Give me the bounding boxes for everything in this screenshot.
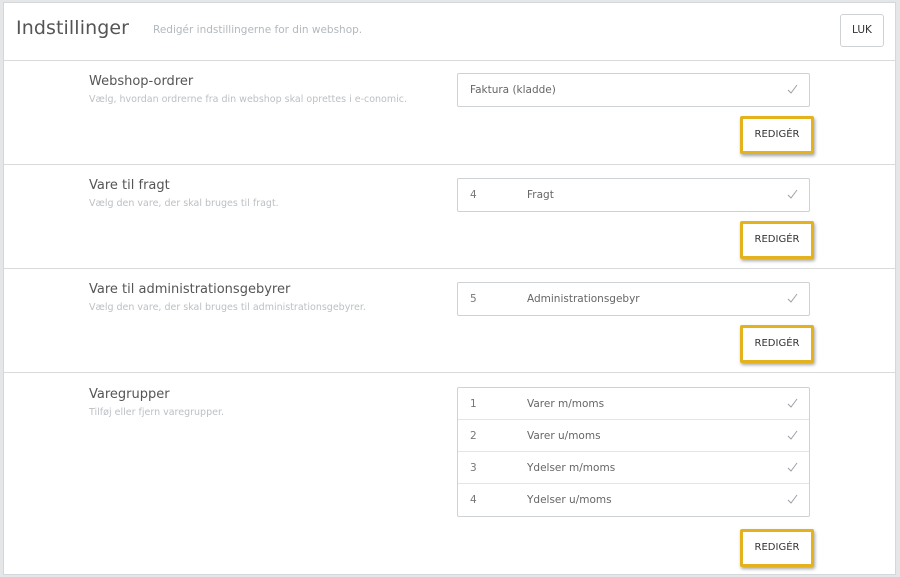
check-icon <box>787 189 798 199</box>
check-icon <box>787 293 798 303</box>
edit-admin-fee-item-button[interactable]: REDIGÉR <box>740 325 814 363</box>
section-description: Vælg, hvordan ordrerne fra din webshop s… <box>89 94 407 105</box>
check-icon <box>787 462 798 472</box>
group-number: 4 <box>470 494 477 506</box>
list-item[interactable]: 2 Varer u/moms <box>458 420 809 452</box>
section-description: Vælg den vare, der skal bruges til admin… <box>89 302 366 313</box>
check-icon <box>787 84 798 94</box>
shipping-item-select[interactable]: 4 Fragt <box>457 178 810 212</box>
item-name: Fragt <box>527 189 554 201</box>
group-name: Varer u/moms <box>527 430 601 442</box>
section-shipping-item: Vare til fragt Vælg den vare, der skal b… <box>4 165 895 269</box>
group-number: 3 <box>470 462 477 474</box>
group-name: Varer m/moms <box>527 398 605 410</box>
select-row[interactable]: 5 Administrationsgebyr <box>458 283 809 315</box>
group-number: 2 <box>470 430 477 442</box>
select-row[interactable]: 4 Fragt <box>458 179 809 211</box>
section-title: Vare til fragt <box>89 178 170 193</box>
section-admin-fee-item: Vare til administrationsgebyrer Vælg den… <box>4 269 895 373</box>
select-value: Faktura (kladde) <box>470 84 556 96</box>
edit-webshop-orders-button[interactable]: REDIGÉR <box>740 116 814 154</box>
check-icon <box>787 494 798 504</box>
group-name: Ydelser u/moms <box>527 494 612 506</box>
settings-panel: Indstillinger Redigér indstillingerne fo… <box>3 2 896 575</box>
section-webshop-orders: Webshop-ordrer Vælg, hvordan ordrerne fr… <box>4 61 895 165</box>
edit-shipping-item-button[interactable]: REDIGÉR <box>740 221 814 259</box>
list-item[interactable]: 4 Ydelser u/moms <box>458 484 809 516</box>
section-title: Vare til administrationsgebyrer <box>89 282 291 297</box>
section-product-groups: Varegrupper Tilføj eller fjern varegrupp… <box>4 373 895 575</box>
order-type-select[interactable]: Faktura (kladde) <box>457 73 810 107</box>
check-icon <box>787 398 798 408</box>
section-description: Vælg den vare, der skal bruges til fragt… <box>89 198 279 209</box>
list-item[interactable]: 3 Ydelser m/moms <box>458 452 809 484</box>
page-subtitle: Redigér indstillingerne for din webshop. <box>153 24 363 36</box>
select-row[interactable]: Faktura (kladde) <box>458 74 809 106</box>
section-description: Tilføj eller fjern varegrupper. <box>89 407 225 418</box>
item-number: 5 <box>470 293 477 305</box>
panel-header: Indstillinger Redigér indstillingerne fo… <box>4 3 895 61</box>
section-title: Varegrupper <box>89 387 170 402</box>
check-icon <box>787 430 798 440</box>
page-title: Indstillinger <box>16 17 130 39</box>
list-item[interactable]: 1 Varer m/moms <box>458 388 809 420</box>
item-name: Administrationsgebyr <box>527 293 640 305</box>
group-number: 1 <box>470 398 477 410</box>
item-number: 4 <box>470 189 477 201</box>
close-button[interactable]: LUK <box>840 14 884 47</box>
edit-product-groups-button[interactable]: REDIGÉR <box>740 529 814 567</box>
group-name: Ydelser m/moms <box>527 462 616 474</box>
product-groups-list: 1 Varer m/moms 2 Varer u/moms 3 Ydelser … <box>457 387 810 517</box>
section-title: Webshop-ordrer <box>89 74 194 89</box>
admin-fee-item-select[interactable]: 5 Administrationsgebyr <box>457 282 810 316</box>
